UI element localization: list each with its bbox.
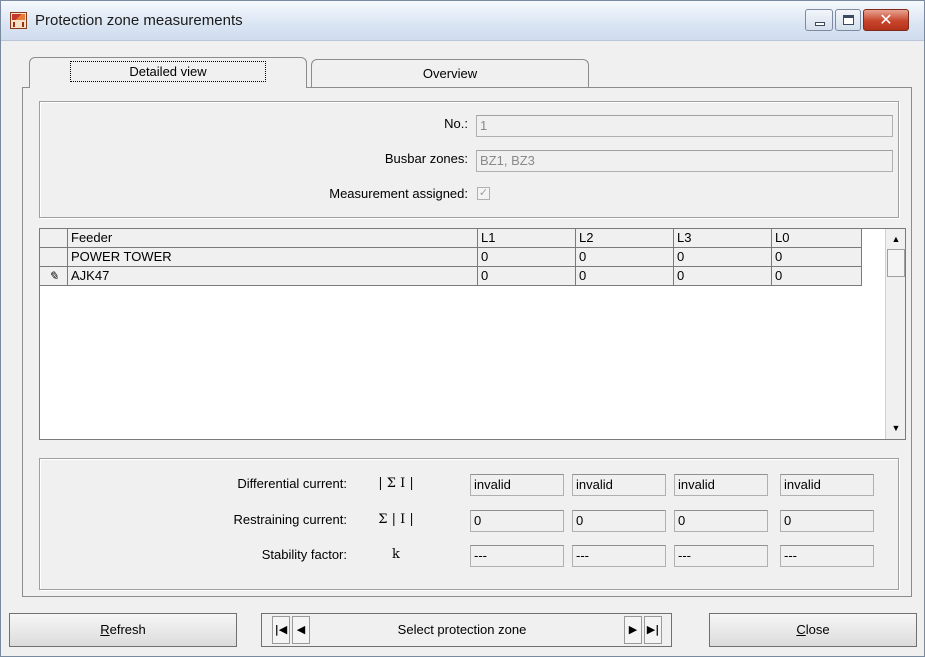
first-zone-icon[interactable]: |◀ [272,616,290,644]
substation-app-icon [10,12,27,29]
restraining-current-label: Restraining current: [233,512,347,527]
refresh-accesskey: R [100,622,110,637]
column-header-l2[interactable]: L2 [576,229,674,248]
restraining-current-l2: 0 [572,510,666,532]
close-label: lose [805,622,830,637]
measurement-assigned-label: Measurement assigned: [329,186,468,201]
feeder-table: Feeder L1 L2 L3 L0 POWER TOWER 0 0 0 0 ✎… [39,228,906,440]
stability-factor-l3: --- [674,545,768,567]
differential-current-label: Differential current: [237,476,347,491]
close-button[interactable]: Close [709,613,917,647]
maximize-icon [843,15,854,25]
close-window-button[interactable]: ✕ [863,9,909,31]
table-cell-feeder[interactable]: POWER TOWER [68,248,478,267]
table-cell-l2[interactable]: 0 [576,248,674,267]
scroll-thumb[interactable] [887,249,905,277]
scroll-up-icon[interactable]: ▲ [887,230,905,248]
column-header-l1[interactable]: L1 [478,229,576,248]
no-field: 1 [476,115,893,137]
stability-factor-l2: --- [572,545,666,567]
tab-detailed-view[interactable]: Detailed view [29,57,307,88]
minimize-button[interactable] [805,9,833,31]
current-measurements-group: Differential current: | Σ I | invalid in… [39,458,899,590]
measurement-assigned-checkbox[interactable]: ✓ [477,187,490,200]
zone-navigator: |◀ ◀ Select protection zone ▶ ▶| [261,613,672,647]
differential-current-l2: invalid [572,474,666,496]
last-zone-icon[interactable]: ▶| [644,616,662,644]
minimize-icon [815,22,825,26]
busbar-zones-label: Busbar zones: [384,151,468,166]
stability-factor-label: Stability factor: [261,547,347,562]
no-label: No.: [444,116,468,131]
next-zone-icon[interactable]: ▶ [624,616,642,644]
table-cell-l0[interactable]: 0 [772,267,862,286]
tab-detailed-view-label: Detailed view [70,61,266,82]
restraining-current-l1: 0 [470,510,564,532]
protection-zone-window: Protection zone measurements ✕ Detailed … [0,0,925,657]
stability-factor-l0: --- [780,545,874,567]
zone-details-group: No.: 1 Busbar zones: BZ1, BZ3 Measuremen… [39,101,899,218]
table-vertical-scrollbar[interactable]: ▲ ▼ [885,229,905,439]
scroll-down-icon[interactable]: ▼ [887,419,905,437]
table-cell-l1[interactable]: 0 [478,248,576,267]
busbar-zones-field: BZ1, BZ3 [476,150,893,172]
restraining-current-symbol: Σ | I | [378,512,414,527]
table-cell-l2[interactable]: 0 [576,267,674,286]
table-cell-l3[interactable]: 0 [674,267,772,286]
row-edit-pencil-icon[interactable]: ✎ [40,267,68,286]
maximize-button[interactable] [835,9,861,31]
differential-current-symbol: | Σ I | [378,476,414,491]
refresh-label: efresh [109,622,146,637]
differential-current-l3: invalid [674,474,768,496]
close-accesskey: C [796,622,806,637]
column-header-l0[interactable]: L0 [772,229,862,248]
stability-factor-symbol: k [392,547,400,562]
stability-factor-l1: --- [470,545,564,567]
table-cell-l0[interactable]: 0 [772,248,862,267]
footer-bar: Refresh |◀ ◀ Select protection zone ▶ ▶|… [1,599,924,657]
refresh-button[interactable]: Refresh [9,613,237,647]
close-icon: ✕ [879,10,893,29]
differential-current-l1: invalid [470,474,564,496]
table-cell-l1[interactable]: 0 [478,267,576,286]
title-bar: Protection zone measurements ✕ [1,1,924,41]
select-protection-zone-label[interactable]: Select protection zone [322,614,602,646]
table-cell-l3[interactable]: 0 [674,248,772,267]
tab-overview[interactable]: Overview [311,59,589,88]
row-marker[interactable] [40,248,68,267]
detailed-view-panel: No.: 1 Busbar zones: BZ1, BZ3 Measuremen… [22,87,912,597]
restraining-current-l0: 0 [780,510,874,532]
window-title: Protection zone measurements [35,12,243,29]
differential-current-l0: invalid [780,474,874,496]
previous-zone-icon[interactable]: ◀ [292,616,310,644]
table-cell-feeder[interactable]: AJK47 [68,267,478,286]
restraining-current-l3: 0 [674,510,768,532]
row-header-corner [40,229,68,248]
column-header-feeder[interactable]: Feeder [68,229,478,248]
column-header-l3[interactable]: L3 [674,229,772,248]
